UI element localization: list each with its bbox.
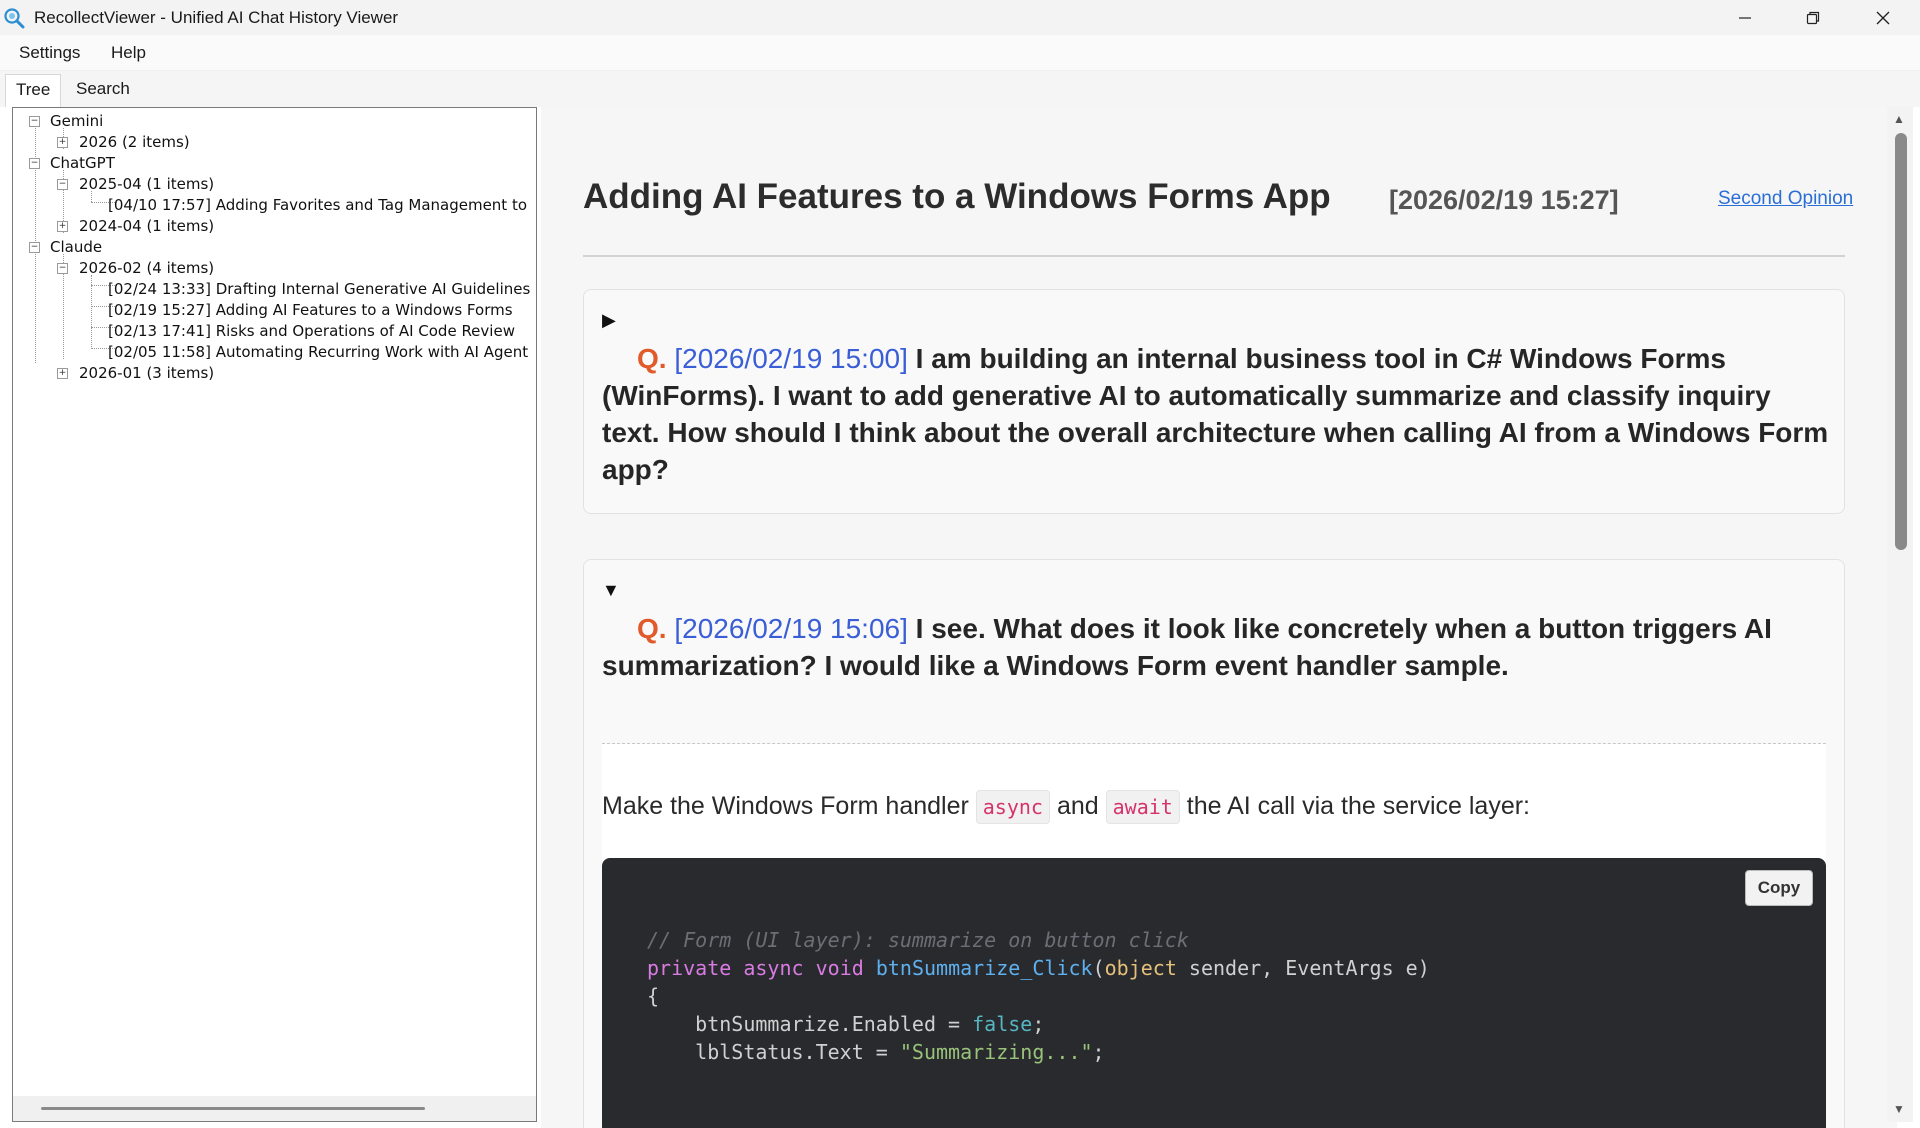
minimize-button[interactable] — [1710, 0, 1780, 35]
collapse-triangle-icon[interactable]: ▼ — [602, 580, 620, 601]
conversation-vertical-scrollbar[interactable]: ▲ ▼ — [1887, 107, 1913, 1122]
menu-help[interactable]: Help — [111, 43, 146, 63]
question-timestamp: [2026/02/19 15:00] — [674, 343, 908, 374]
menu-bar: Settings Help — [0, 35, 1920, 71]
expand-icon[interactable]: + — [57, 137, 68, 148]
code-block: Copy // Form (UI layer): summarize on bu… — [602, 858, 1826, 1128]
conversation-view: Adding AI Features to a Windows Forms Ap… — [541, 107, 1897, 1128]
conversation-title: Adding AI Features to a Windows Forms Ap… — [583, 177, 1331, 216]
collapse-icon[interactable]: − — [29, 158, 40, 169]
tab-search[interactable]: Search — [66, 74, 140, 107]
header-divider — [583, 255, 1845, 257]
close-button[interactable] — [1848, 0, 1918, 35]
window-title: RecollectViewer - Unified AI Chat Histor… — [34, 8, 399, 27]
tab-strip: Tree Search — [0, 71, 1920, 107]
expand-icon[interactable]: + — [57, 368, 68, 379]
scroll-down-arrow-icon[interactable]: ▼ — [1893, 1102, 1905, 1116]
tree-horizontal-scrollbar[interactable] — [13, 1096, 536, 1121]
second-opinion-link[interactable]: Second Opinion — [1718, 188, 1853, 210]
inline-code: await — [1105, 790, 1180, 824]
collapse-icon[interactable]: − — [57, 263, 68, 274]
app-magnifier-icon — [4, 8, 25, 29]
scroll-up-arrow-icon[interactable]: ▲ — [1893, 112, 1905, 126]
expand-icon[interactable]: + — [57, 221, 68, 232]
collapse-icon[interactable]: − — [29, 116, 40, 127]
question-label: Q. — [637, 613, 667, 644]
question-timestamp: [2026/02/19 15:06] — [674, 613, 908, 644]
code-line: private async void btnSummarize_Click(ob… — [647, 956, 1430, 980]
restore-icon — [1806, 11, 1820, 24]
expand-triangle-icon[interactable]: ▶ — [602, 310, 616, 331]
restore-button[interactable] — [1778, 0, 1848, 35]
tab-tree[interactable]: Tree — [5, 74, 62, 107]
collapse-icon[interactable]: − — [29, 242, 40, 253]
answer-body: Make the Windows Form handler async and … — [602, 744, 1826, 1128]
scrollbar-thumb[interactable] — [41, 1107, 425, 1110]
copy-code-button[interactable]: Copy — [1745, 870, 1813, 906]
collapse-icon[interactable]: − — [57, 179, 68, 190]
code-line: // Form (UI layer): summarize on button … — [647, 928, 1189, 952]
question-text: Q. [2026/02/19 15:06] I see. What does i… — [602, 610, 1832, 684]
minimize-icon — [1739, 16, 1751, 19]
close-icon — [1876, 11, 1890, 24]
question-label: Q. — [637, 343, 667, 374]
question-text: Q. [2026/02/19 15:00] I am building an i… — [602, 340, 1832, 488]
code-line: { — [647, 984, 660, 1008]
code-line: btnSummarize.Enabled = false; — [647, 1012, 1045, 1036]
inline-code: async — [975, 790, 1050, 824]
question-card: ▶ Q. [2026/02/19 15:00] I am building an… — [583, 289, 1845, 514]
title-bar: RecollectViewer - Unified AI Chat Histor… — [0, 0, 1920, 35]
scrollbar-thumb[interactable] — [1895, 133, 1907, 550]
code-line: lblStatus.Text = "Summarizing..."; — [647, 1040, 1105, 1064]
conversation-date: [2026/02/19 15:27] — [1389, 185, 1619, 215]
answer-paragraph: Make the Windows Form handler async and … — [602, 790, 1530, 824]
tree-panel: − Gemini + 2026 (2 items) − ChatGPT − 20… — [12, 107, 537, 1122]
question-card: ▼ Q. [2026/02/19 15:06] I see. What does… — [583, 559, 1845, 1128]
menu-settings[interactable]: Settings — [19, 43, 80, 63]
